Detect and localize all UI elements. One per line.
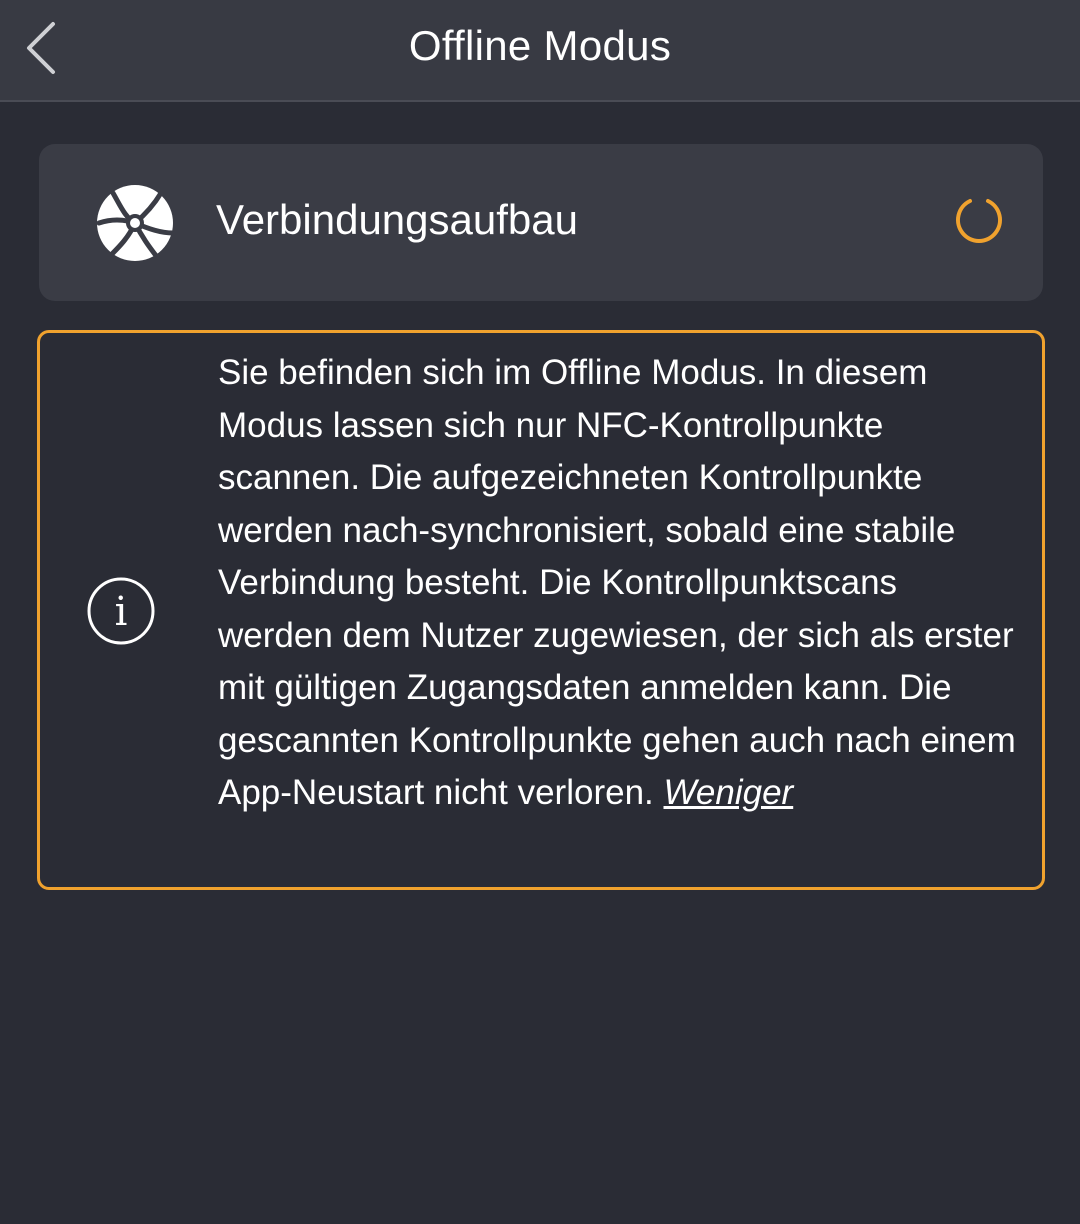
offline-info-text: Sie befinden sich im Offline Modus. In d… [218,347,1018,820]
less-link[interactable]: Weniger [664,773,794,812]
globe-network-icon [96,185,175,261]
info-icon: i [87,577,155,645]
svg-text:i: i [115,589,128,635]
connection-label: Verbindungsaufbau [216,196,578,243]
loading-spinner-icon [956,199,1002,243]
info-description: Sie befinden sich im Offline Modus. In d… [218,353,1016,812]
app-header: Offline Modus [0,0,1080,102]
page-title: Offline Modus [408,22,672,69]
